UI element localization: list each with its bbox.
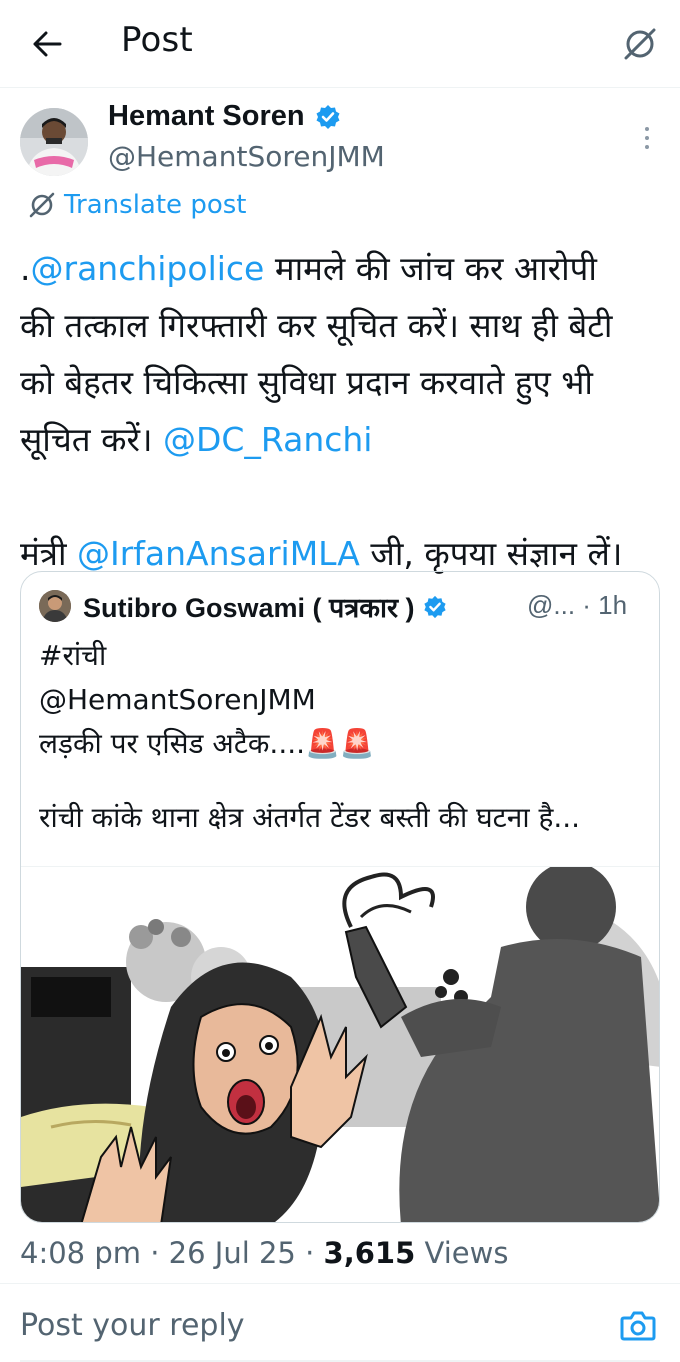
post-time: 4:08 pm bbox=[20, 1236, 141, 1270]
camera-icon bbox=[620, 1311, 656, 1341]
mention-dc-ranchi[interactable]: @DC_Ranchi bbox=[163, 420, 373, 459]
post-date: 26 Jul 25 bbox=[168, 1236, 296, 1270]
quoted-author-name: Sutibro Goswami ( पत्रकार ) bbox=[83, 588, 447, 625]
quoted-text: #रांची @HemantSorenJMM लड़की पर एसिड अटै… bbox=[39, 634, 649, 840]
quoted-line: #रांची bbox=[39, 639, 107, 672]
page-title: Post bbox=[121, 20, 193, 60]
quoted-post[interactable]: Sutibro Goswami ( पत्रकार ) @... · 1h #र… bbox=[20, 571, 660, 1223]
translate-button[interactable] bbox=[612, 22, 668, 66]
quoted-author-name-text: Sutibro Goswami ( पत्रकार ) bbox=[83, 593, 415, 623]
mention-irfanansarimla[interactable]: @IrfanAnsariMLA bbox=[77, 534, 360, 573]
text-fragment: मामले की जांच कर आरोपी bbox=[264, 249, 597, 288]
separator: · bbox=[305, 1236, 324, 1270]
reply-bar bbox=[0, 1283, 680, 1362]
author-handle[interactable]: @HemantSorenJMM bbox=[108, 140, 385, 173]
quoted-author-avatar bbox=[39, 590, 71, 622]
camera-button[interactable] bbox=[620, 1310, 660, 1346]
acid-attack-illustration bbox=[21, 867, 659, 1222]
separator: · bbox=[150, 1236, 169, 1270]
author-name-text: Hemant Soren bbox=[108, 100, 305, 132]
translate-post-label: Translate post bbox=[64, 190, 247, 220]
text-fragment: . bbox=[20, 249, 31, 288]
post-line: .@ranchipolice मामले की जांच कर आरोपी bbox=[20, 240, 670, 297]
views-count: 3,615 bbox=[323, 1236, 416, 1270]
text-fragment: सूचित करें। bbox=[20, 420, 163, 459]
mention-ranchipolice[interactable]: @ranchipolice bbox=[31, 249, 265, 288]
text-fragment: मंत्री bbox=[20, 534, 77, 573]
more-dot-icon bbox=[645, 127, 649, 131]
author-avatar[interactable] bbox=[20, 108, 88, 176]
more-options-button[interactable] bbox=[632, 118, 662, 158]
arrow-left-icon bbox=[33, 31, 62, 57]
translate-slash-icon bbox=[624, 28, 656, 60]
post-meta: 4:08 pm · 26 Jul 25 · 3,615 Views bbox=[20, 1236, 508, 1270]
text-fragment: जी, कृपया संज्ञान लें। bbox=[359, 534, 623, 573]
post-text: .@ranchipolice मामले की जांच कर आरोपी की… bbox=[20, 240, 670, 582]
quoted-line: @HemantSorenJMM bbox=[39, 683, 316, 716]
more-dot-icon bbox=[645, 145, 649, 149]
verified-badge-icon bbox=[315, 104, 341, 130]
avatar-image bbox=[20, 108, 88, 176]
verified-badge-icon bbox=[423, 595, 447, 619]
post-line: को बेहतर चिकित्सा सुविधा प्रदान करवाते ह… bbox=[20, 363, 593, 402]
translate-slash-icon bbox=[29, 192, 55, 218]
post-line: की तत्काल गिरफ्तारी कर सूचित करें। साथ ह… bbox=[20, 306, 613, 345]
more-dot-icon bbox=[645, 136, 649, 140]
reply-input[interactable] bbox=[20, 1308, 580, 1343]
quoted-line: रांची कांके थाना क्षेत्र अंतर्गत टेंडर ब… bbox=[39, 801, 581, 834]
quoted-line: लड़की पर एसिड अटैक....🚨🚨 bbox=[39, 727, 375, 760]
translate-post-link[interactable]: Translate post bbox=[28, 190, 246, 220]
author-name[interactable]: Hemant Soren bbox=[108, 100, 341, 133]
views-label: Views bbox=[424, 1236, 509, 1270]
quoted-media-image[interactable] bbox=[21, 866, 659, 1222]
back-button[interactable] bbox=[22, 22, 72, 66]
post-line: सूचित करें। @DC_Ranchi bbox=[20, 411, 670, 468]
top-bar: Post bbox=[0, 0, 680, 88]
quoted-handle-time: @... · 1h bbox=[527, 590, 628, 620]
